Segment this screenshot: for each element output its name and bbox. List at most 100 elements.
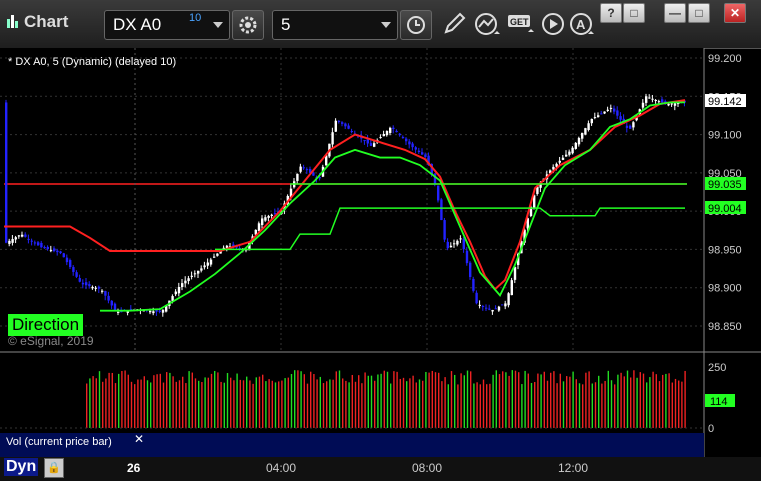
candle-body (193, 273, 197, 275)
volume-bar (175, 381, 177, 428)
candle-body (33, 242, 37, 244)
interval-dropdown-arrow-icon[interactable] (381, 22, 391, 28)
volume-close-button[interactable]: ✕ (134, 432, 144, 446)
volume-bar (655, 374, 657, 428)
volume-bar (214, 370, 216, 428)
candle-body (155, 310, 158, 312)
candle-body (302, 167, 305, 169)
volume-bar (425, 371, 427, 428)
volume-bar (652, 371, 654, 428)
candle-body (673, 103, 677, 106)
candle-body (613, 108, 616, 112)
volume-bar (364, 372, 366, 428)
volume-bar (588, 371, 590, 428)
candle-body (651, 98, 654, 100)
volume-bar (191, 372, 193, 428)
candle-body (405, 138, 408, 142)
svg-text:GET: GET (510, 17, 529, 27)
dynamic-mode-button[interactable]: Dyn (4, 458, 39, 476)
volume-bar (338, 370, 341, 428)
candle-body (65, 257, 69, 263)
candle-body (341, 122, 344, 124)
volume-bar (370, 375, 373, 428)
candle-body (501, 304, 504, 306)
help-button[interactable]: ? (600, 3, 622, 23)
candle-body (174, 291, 177, 295)
candle-body (593, 117, 597, 119)
candle-body (417, 150, 421, 153)
candle-body (619, 116, 622, 120)
volume-bar (137, 379, 139, 428)
candle-body (213, 256, 216, 258)
candle-body (347, 125, 350, 129)
lock-icon[interactable]: 🔒 (44, 458, 64, 478)
volume-bar (409, 378, 411, 428)
close-button[interactable]: ✕ (724, 3, 746, 23)
volume-bar (310, 371, 312, 428)
candle-body (53, 248, 56, 252)
price-chart[interactable]: 99.20099.15099.10099.05099.00098.95098.9… (0, 48, 761, 481)
volume-bar (530, 382, 533, 428)
alert-icon[interactable]: A (569, 12, 595, 38)
volume-bar (428, 372, 430, 428)
candle-body (609, 107, 613, 109)
volume-bar (143, 376, 145, 428)
maximize-button[interactable]: □ (688, 3, 710, 23)
volume-bar (159, 373, 161, 428)
pencil-icon[interactable] (442, 12, 468, 36)
candle-body (469, 262, 472, 277)
volume-bar (207, 377, 209, 428)
volume-bar (265, 381, 267, 428)
candle-body (331, 132, 334, 145)
volume-bar (489, 383, 491, 428)
candle-body (491, 309, 494, 312)
candle-body (273, 212, 277, 214)
clock-icon (407, 16, 425, 34)
candle-body (78, 278, 81, 282)
play-icon[interactable] (541, 12, 565, 36)
volume-bar (479, 384, 481, 428)
volume-bar (518, 372, 520, 428)
symbol-dropdown-arrow-icon[interactable] (213, 22, 223, 28)
volume-bar (406, 381, 408, 428)
candle-body (459, 238, 462, 240)
volume-bar (521, 384, 523, 428)
restore-button[interactable]: □ (623, 3, 645, 23)
candle-body (584, 128, 587, 135)
candle-body (606, 109, 609, 111)
candle-body (49, 250, 53, 252)
volume-bar (386, 371, 389, 428)
volume-bar (444, 377, 446, 428)
candle-body (181, 283, 184, 288)
candle-body (513, 267, 517, 280)
get-data-icon[interactable]: GET (506, 12, 536, 38)
candle-body (110, 300, 113, 306)
candle-body (577, 137, 581, 145)
candle-body (590, 118, 593, 124)
settings-button[interactable] (232, 10, 264, 40)
candle-body (443, 220, 446, 240)
volume-bar (505, 372, 507, 428)
clock-button[interactable] (400, 10, 432, 40)
candle-body (350, 131, 353, 133)
candle-body (267, 215, 270, 218)
green-level-value: 99.035 (708, 179, 742, 191)
studies-icon[interactable] (474, 12, 502, 38)
candle-body (507, 293, 510, 306)
volume-bar (665, 373, 667, 428)
symbol-input[interactable]: DX A0 10 (104, 10, 230, 40)
time-tick-0400: 04:00 (266, 461, 297, 475)
volume-bar (562, 381, 565, 428)
interval-input[interactable]: 5 (272, 10, 398, 40)
volume-bar (153, 375, 155, 428)
minimize-button[interactable]: — (664, 3, 686, 23)
volume-bar (351, 374, 353, 428)
candle-body (411, 143, 414, 148)
volume-bar (553, 371, 555, 428)
volume-bar (380, 373, 382, 428)
candle-body (587, 123, 590, 131)
volume-bar (201, 382, 203, 428)
candle-body (398, 133, 401, 136)
interval-value: 5 (281, 15, 291, 34)
volume-last-tag: 114 (705, 394, 735, 408)
